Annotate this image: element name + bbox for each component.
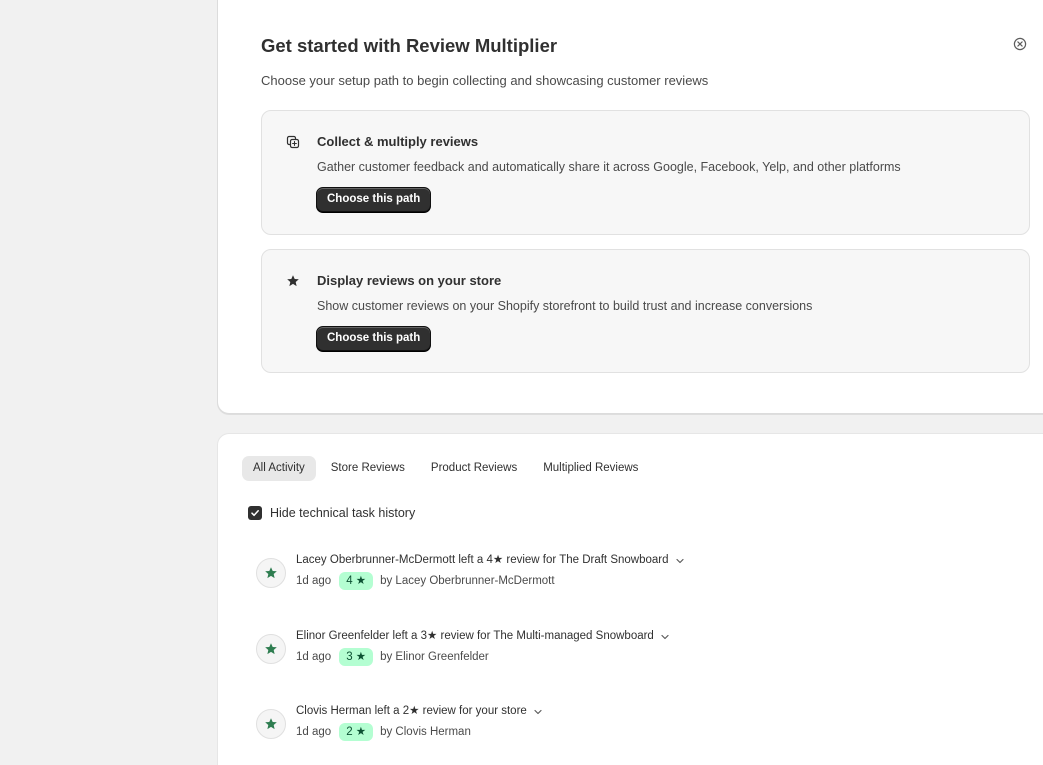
star-icon bbox=[265, 567, 277, 579]
activity-title-row: Clovis Herman left a 2★ review for your … bbox=[296, 703, 543, 717]
activity-title-row: Elinor Greenfelder left a 3★ review for … bbox=[296, 628, 670, 642]
choose-collect-path-button[interactable]: Choose this path bbox=[316, 187, 432, 212]
activity-time: 1d ago bbox=[296, 651, 332, 663]
path-card-collect: Collect & multiply reviews Gather custom… bbox=[261, 110, 1030, 235]
hide-technical-checkbox[interactable] bbox=[248, 506, 262, 520]
tab-multiplied-reviews[interactable]: Multiplied Reviews bbox=[532, 456, 649, 481]
path-description: Show customer reviews on your Shopify st… bbox=[317, 299, 813, 313]
activity-meta: 1d ago 3 ★ by Elinor Greenfelder bbox=[296, 648, 489, 666]
activity-card: All Activity Store Reviews Product Revie… bbox=[217, 433, 1043, 765]
activity-time: 1d ago bbox=[296, 726, 332, 738]
tab-product-reviews[interactable]: Product Reviews bbox=[420, 456, 528, 481]
activity-title: Elinor Greenfelder left a 3★ review for … bbox=[296, 630, 654, 642]
activity-time: 1d ago bbox=[296, 575, 332, 587]
setup-guide-card: Get started with Review Multiplier Choos… bbox=[217, 0, 1043, 414]
path-title: Collect & multiply reviews bbox=[317, 134, 479, 149]
activity-byline: by Clovis Herman bbox=[380, 726, 471, 738]
activity-item: Lacey Oberbrunner-McDermott left a 4★ re… bbox=[256, 552, 856, 598]
activity-tabs: All Activity Store Reviews Product Revie… bbox=[242, 456, 649, 481]
path-title: Display reviews on your store bbox=[317, 273, 502, 288]
activity-item: Clovis Herman left a 2★ review for your … bbox=[256, 703, 856, 749]
star-icon bbox=[265, 718, 277, 730]
chevron-down-icon[interactable] bbox=[675, 556, 685, 566]
chevron-down-icon[interactable] bbox=[533, 707, 543, 717]
avatar bbox=[256, 558, 286, 588]
choose-display-path-button[interactable]: Choose this path bbox=[316, 326, 432, 351]
rating-badge: 3 ★ bbox=[339, 648, 374, 666]
app-page: Get started with Review Multiplier Choos… bbox=[0, 0, 1043, 765]
avatar bbox=[256, 634, 286, 664]
tab-store-reviews[interactable]: Store Reviews bbox=[320, 456, 416, 481]
activity-byline: by Elinor Greenfelder bbox=[380, 651, 489, 663]
activity-meta: 1d ago 2 ★ by Clovis Herman bbox=[296, 723, 471, 741]
activity-title: Lacey Oberbrunner-McDermott left a 4★ re… bbox=[296, 554, 669, 566]
hide-technical-label: Hide technical task history bbox=[270, 506, 416, 520]
rating-badge: 4 ★ bbox=[339, 572, 374, 590]
activity-item: Elinor Greenfelder left a 3★ review for … bbox=[256, 628, 856, 674]
setup-subtitle: Choose your setup path to begin collecti… bbox=[261, 73, 709, 88]
activity-byline: by Lacey Oberbrunner-McDermott bbox=[380, 575, 555, 587]
path-card-display: Display reviews on your store Show custo… bbox=[261, 249, 1030, 373]
chevron-down-icon[interactable] bbox=[660, 632, 670, 642]
avatar bbox=[256, 709, 286, 739]
setup-title: Get started with Review Multiplier bbox=[261, 35, 558, 56]
activity-title: Clovis Herman left a 2★ review for your … bbox=[296, 705, 527, 717]
tab-all-activity[interactable]: All Activity bbox=[242, 456, 316, 481]
activity-meta: 1d ago 4 ★ by Lacey Oberbrunner-McDermot… bbox=[296, 572, 555, 590]
dismiss-icon[interactable] bbox=[1013, 37, 1027, 51]
duplicate-icon bbox=[286, 135, 300, 149]
star-icon bbox=[286, 274, 300, 288]
checkmark-icon bbox=[251, 510, 259, 517]
activity-title-row: Lacey Oberbrunner-McDermott left a 4★ re… bbox=[296, 552, 685, 566]
star-icon bbox=[265, 643, 277, 655]
hide-technical-row: Hide technical task history bbox=[248, 506, 415, 520]
path-description: Gather customer feedback and automatical… bbox=[317, 160, 901, 174]
rating-badge: 2 ★ bbox=[339, 723, 374, 741]
